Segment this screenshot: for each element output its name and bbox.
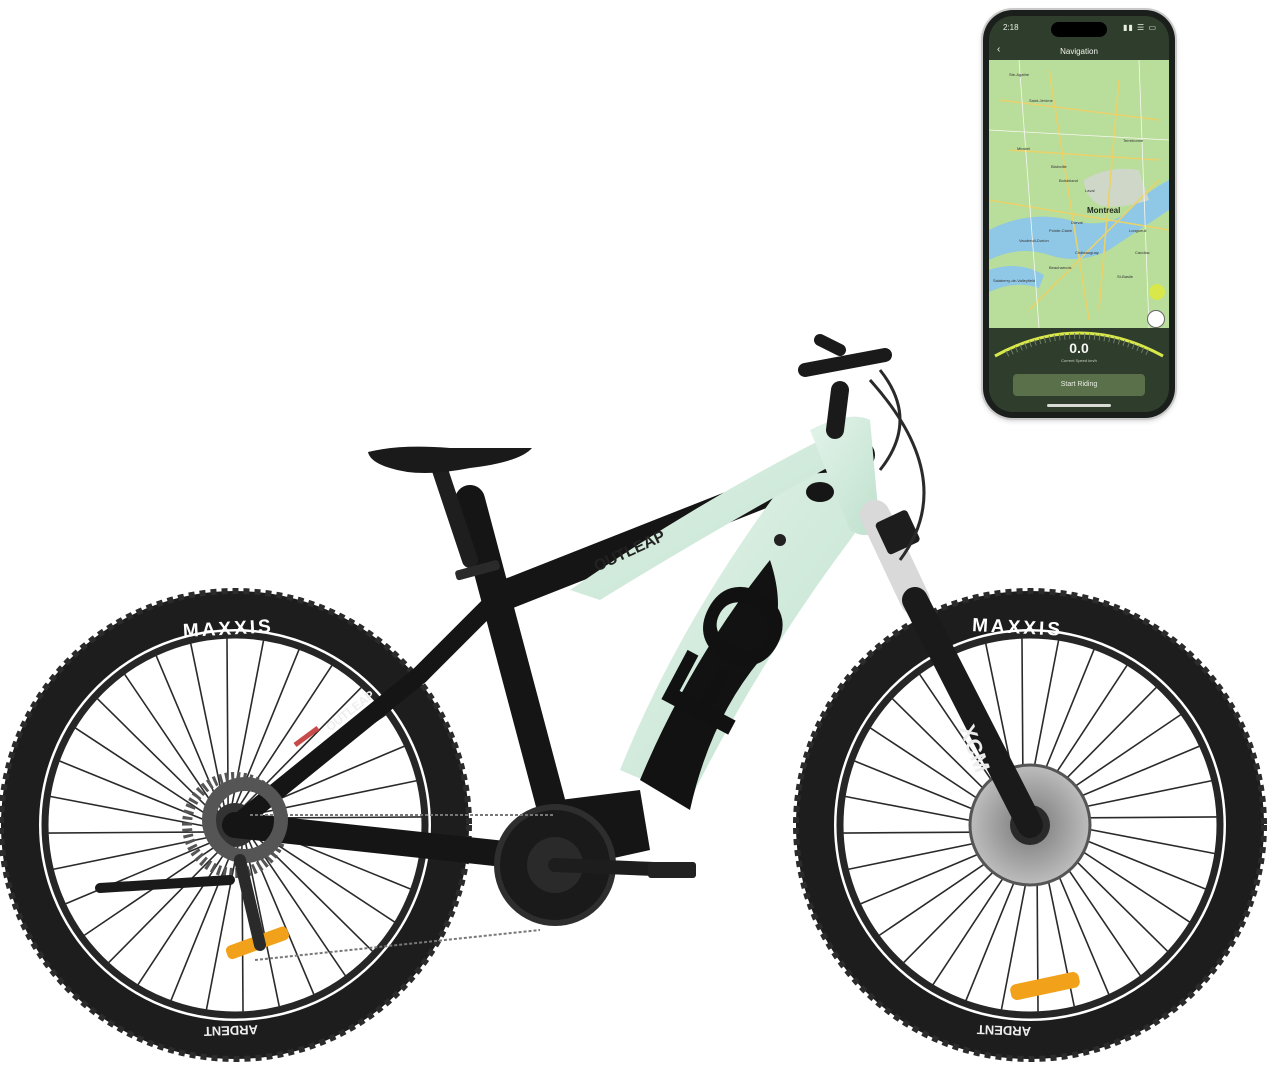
map-label: Longueuil: [1129, 228, 1147, 233]
map-city-label: Montreal: [1087, 206, 1121, 215]
spoke: [205, 842, 240, 1011]
app-screen: 2:18 ▮▮ ☰ ▭ ‹ Navigation Montreal Saint-…: [989, 16, 1169, 412]
status-icons: ▮▮ ☰ ▭: [1123, 23, 1157, 32]
spoke: [136, 842, 233, 987]
smartphone: 2:18 ▮▮ ☰ ▭ ‹ Navigation Montreal Saint-…: [983, 10, 1175, 418]
map-label: Saint-Jérôme: [1029, 98, 1053, 103]
start-riding-button[interactable]: Start Riding: [1013, 374, 1145, 396]
map-label: Pointe-Claire: [1049, 228, 1073, 233]
map-label: Candiac: [1135, 250, 1150, 255]
speed-caption: Current Speed km/h: [1061, 358, 1097, 363]
map-label: Blainville: [1051, 164, 1067, 169]
speed-value: 0.0: [1069, 340, 1089, 356]
map-view[interactable]: Montreal Saint-Jérôme Terrebonne Laval M…: [989, 60, 1169, 328]
map-label: St-Basile: [1117, 274, 1134, 279]
map-label: Ste-Agathe: [1009, 72, 1030, 77]
map-label: Beauharnois: [1049, 265, 1072, 270]
spoke: [73, 726, 218, 823]
front-tire-model: ARDENT: [977, 1022, 1032, 1039]
map-label: Dorval: [1071, 220, 1083, 225]
map-label: Vaudreuil-Dorion: [1019, 238, 1049, 243]
nav-title: Navigation: [1060, 47, 1098, 56]
status-time: 2:18: [1003, 23, 1019, 32]
map-label: Mirabel: [1017, 146, 1031, 151]
map-label: Salaberry-de-Valleyfield: [993, 278, 1036, 283]
spoke: [47, 831, 219, 834]
rear-tire-model: ARDENT: [204, 1022, 259, 1039]
map-label: Terrebonne: [1123, 138, 1144, 143]
home-indicator[interactable]: [1047, 404, 1111, 407]
spoke: [189, 642, 226, 811]
map-label: Châteauguay: [1075, 250, 1099, 255]
location-pin-icon[interactable]: [1149, 284, 1165, 300]
dynamic-island: [1051, 22, 1107, 37]
speed-panel: 0.0 Current Speed km/h Start Riding: [989, 314, 1169, 412]
nav-bar: ‹ Navigation: [989, 38, 1169, 60]
map-label: Laval: [1085, 188, 1095, 193]
map-label: Boisbriand: [1059, 178, 1078, 183]
